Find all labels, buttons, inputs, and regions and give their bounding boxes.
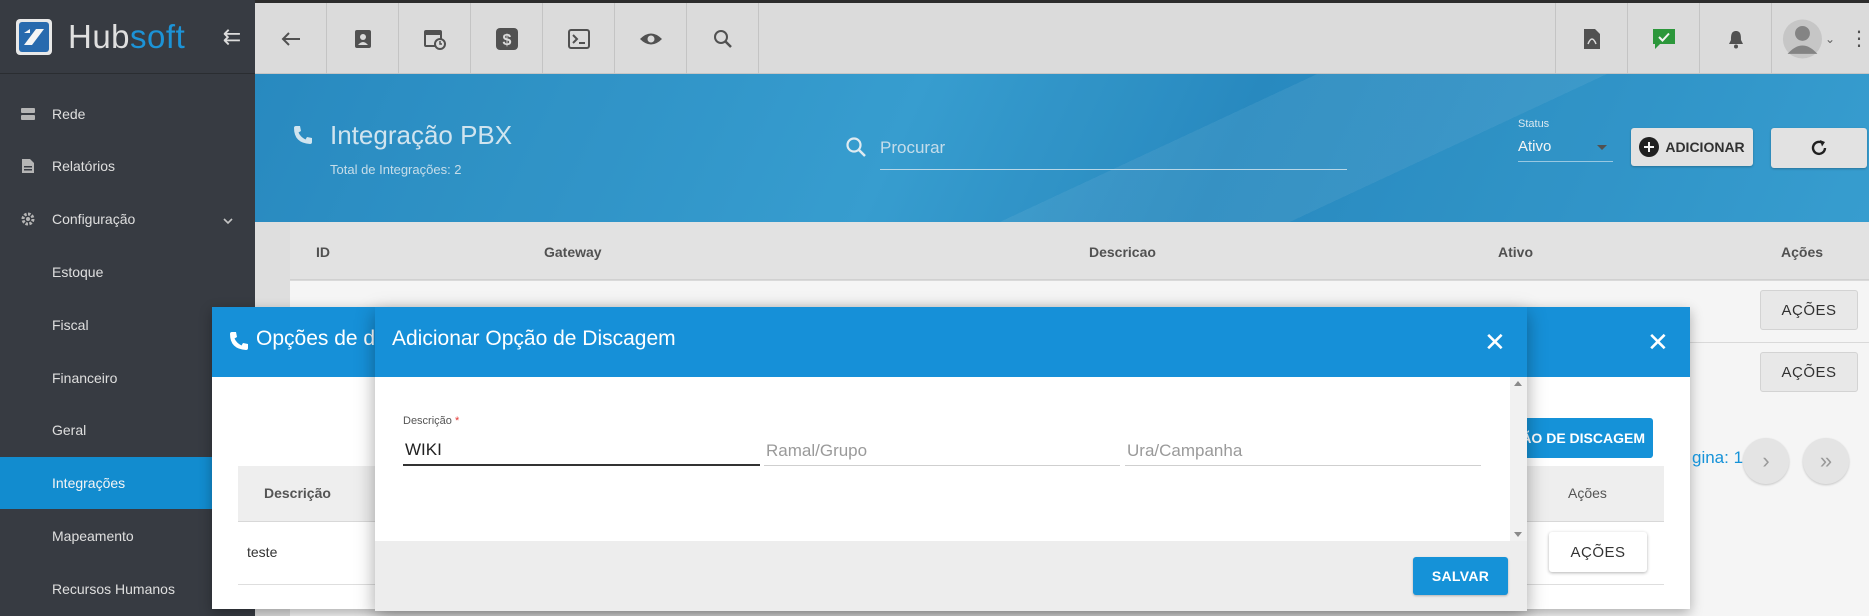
table-cell-descricao: teste [247, 544, 278, 560]
chevron-right-icon: › [1762, 448, 1770, 473]
scroll-down-icon[interactable] [1514, 532, 1522, 537]
required-marker: * [454, 415, 460, 427]
modal-footer [375, 541, 1527, 611]
descricao-label-text: Descrição [403, 415, 452, 427]
modal-scrollbar[interactable] [1510, 377, 1527, 541]
phone-icon [228, 330, 250, 355]
descricao-input[interactable] [403, 436, 760, 466]
next-page-button[interactable]: › [1743, 438, 1789, 484]
dial-options-modal-title: Opções de d [256, 327, 376, 350]
ura-campanha-input[interactable] [1125, 436, 1481, 466]
row-actions-button[interactable]: AÇÕES [1549, 532, 1647, 572]
add-dial-option-modal-title: Adicionar Opção de Discagem [392, 327, 676, 350]
column-header-acoes: Ações [1568, 485, 1607, 501]
page-indicator: gina: 1 [1692, 448, 1744, 467]
last-page-button[interactable]: » [1803, 438, 1849, 484]
save-button[interactable]: SALVAR [1413, 557, 1508, 595]
scroll-up-icon[interactable] [1514, 381, 1522, 386]
ramal-grupo-input[interactable] [764, 436, 1120, 466]
descricao-label: Descrição * [403, 415, 459, 427]
column-header-descricao: Descrição [264, 485, 331, 501]
close-icon[interactable]: ✕ [1484, 327, 1506, 357]
double-chevron-right-icon: » [1819, 448, 1833, 473]
close-icon[interactable]: ✕ [1647, 327, 1669, 357]
